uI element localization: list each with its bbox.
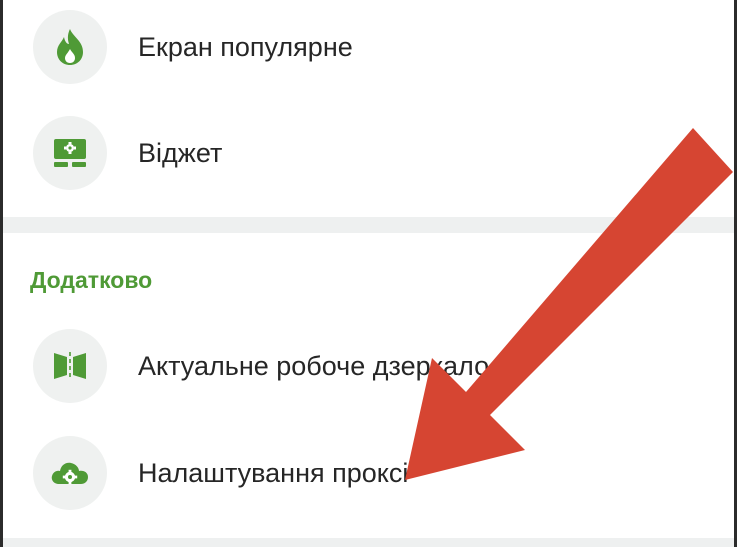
cloud-settings-icon [33,436,107,510]
flame-icon [33,10,107,84]
menu-item-label: Налаштування проксі [138,457,409,488]
menu-item-label: Екран популярне [138,31,353,62]
bottom-divider [3,538,734,547]
menu-item-widget[interactable]: Віджет [3,103,734,203]
section-title-additional: Додатково [30,267,153,293]
mirror-icon [33,329,107,403]
menu-card-top: Екран популярне Віджет [3,0,734,217]
menu-item-label: Віджет [138,137,223,168]
menu-item-working-mirror[interactable]: Актуальне робоче дзеркало [3,316,734,416]
widget-icon [33,116,107,190]
menu-item-proxy-settings[interactable]: Налаштування проксі [3,423,734,523]
menu-item-popular-screen[interactable]: Екран популярне [3,0,734,97]
menu-item-label: Актуальне робоче дзеркало [138,350,490,381]
